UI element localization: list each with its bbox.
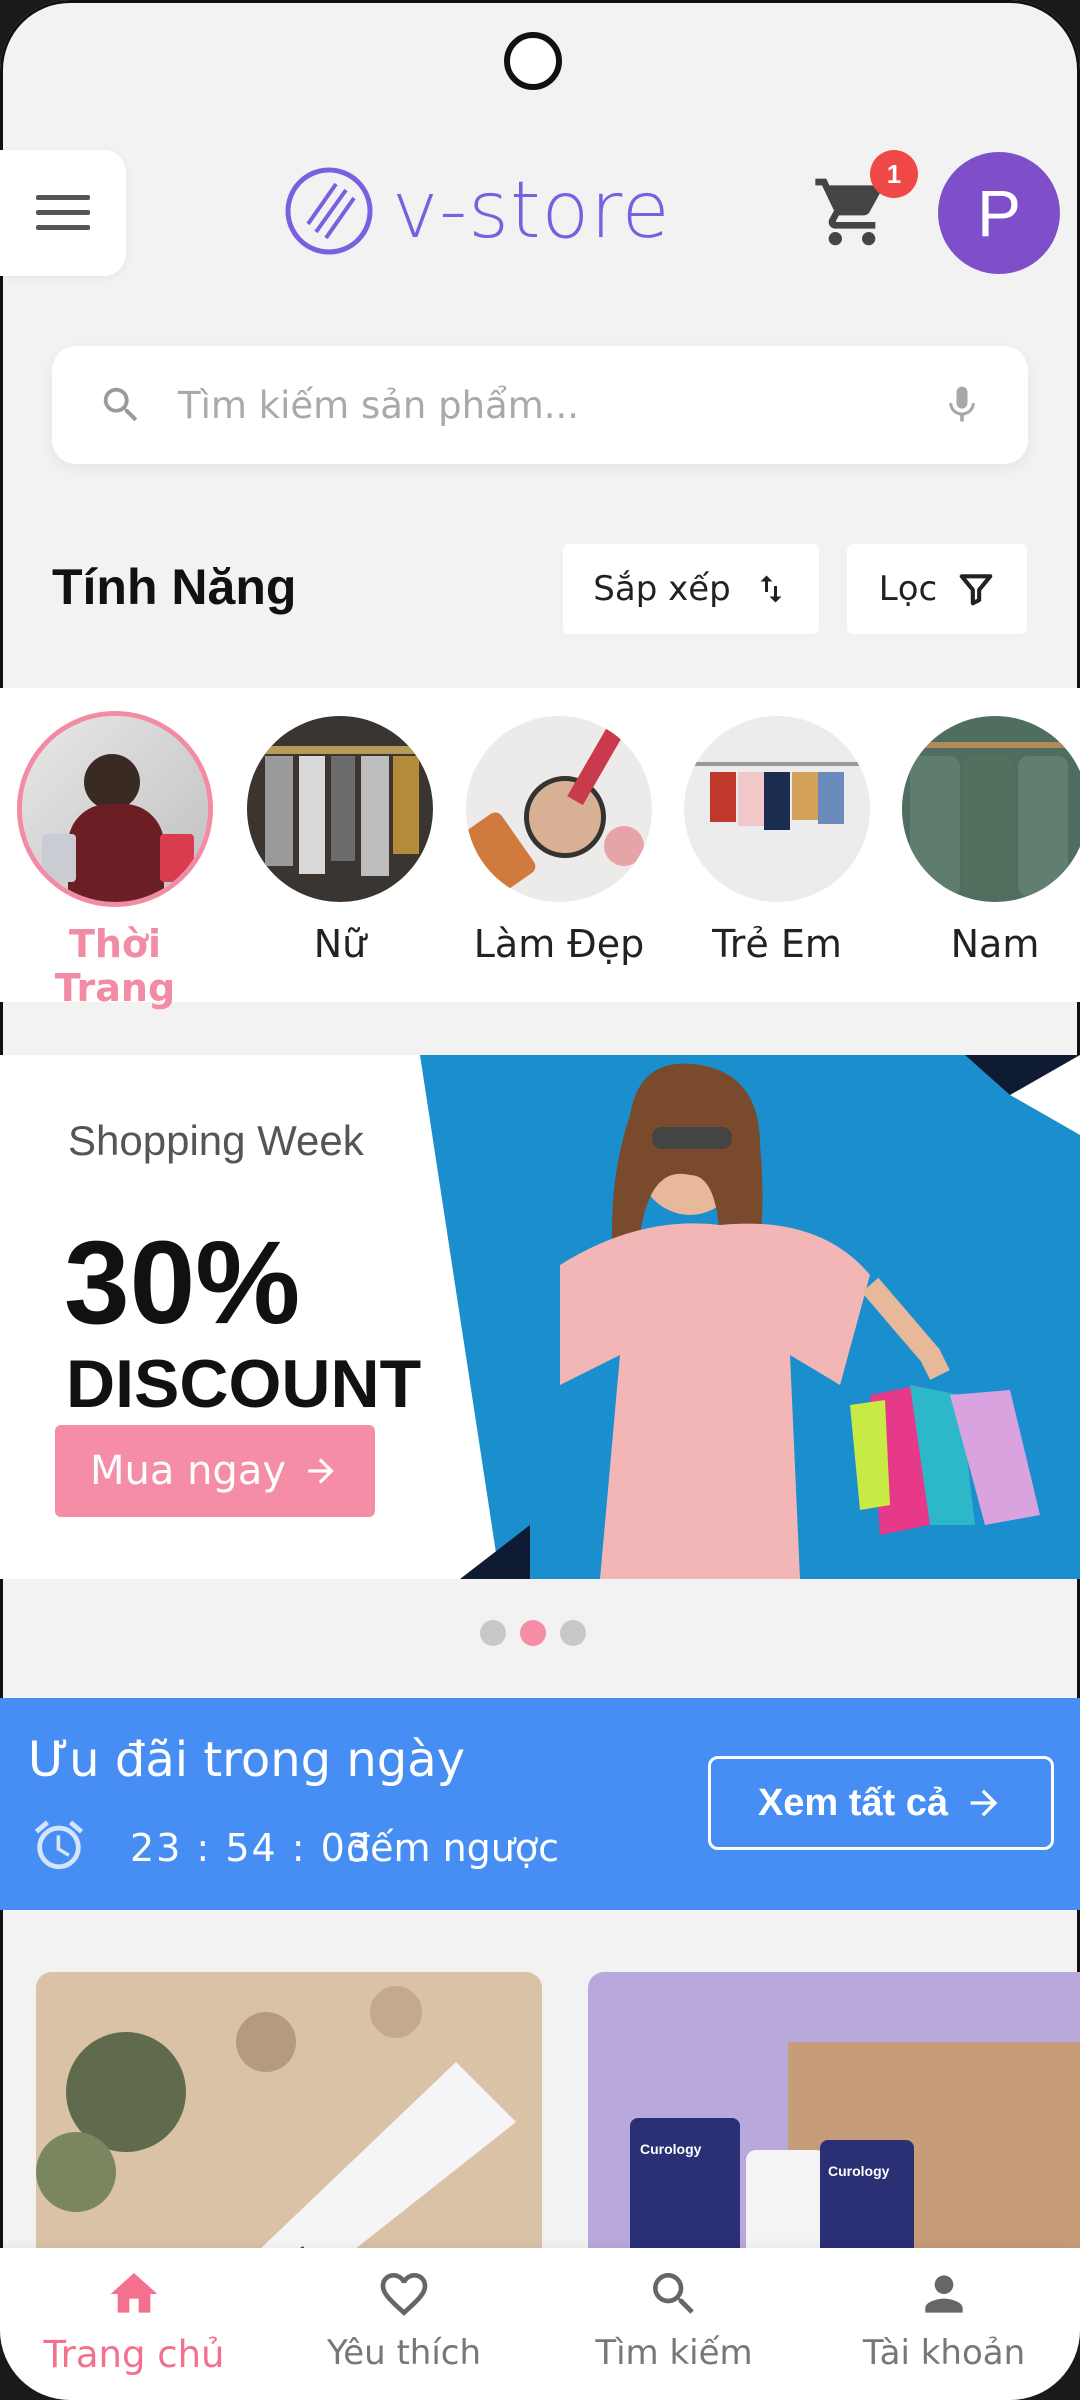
category-label: Nữ	[313, 922, 367, 966]
nav-item-account[interactable]: Tài khoản	[824, 2266, 1064, 2373]
store-logo[interactable]: v-store	[284, 166, 671, 256]
menu-button[interactable]	[0, 150, 126, 276]
product-brand-text: Curology	[828, 2163, 890, 2179]
front-camera	[504, 32, 562, 90]
home-icon	[110, 2273, 158, 2313]
category-beauty-image	[466, 716, 652, 902]
nav-item-search[interactable]: Tìm kiếm	[554, 2266, 794, 2373]
phone-screen: v-store 1 P Tìm kiếm sản phẩm... Tính Nă…	[0, 0, 1080, 2400]
person-icon	[925, 2275, 963, 2313]
category-kids[interactable]: Trẻ Em	[682, 716, 872, 966]
countdown-label: đếm ngược	[346, 1826, 560, 1870]
hamburger-icon	[36, 195, 90, 230]
category-beauty[interactable]: Làm Đẹp	[464, 716, 654, 966]
search-bar[interactable]: Tìm kiếm sản phẩm...	[52, 346, 1028, 464]
arrow-right-icon	[308, 1458, 334, 1484]
buy-now-label: Mua ngay	[89, 1448, 286, 1494]
deal-title: Ưu đãi trong ngày	[28, 1732, 466, 1788]
arrow-right-icon	[970, 1789, 998, 1817]
product-card[interactable]: logy	[36, 1972, 542, 2272]
search-icon	[103, 387, 138, 422]
category-label: Thời Trang	[54, 922, 176, 1010]
category-men-image	[902, 716, 1080, 902]
search-input[interactable]: Tìm kiếm sản phẩm...	[178, 384, 940, 427]
filter-funnel-icon	[959, 574, 993, 606]
category-kids-image	[684, 716, 870, 902]
carousel-dot[interactable]	[480, 1620, 506, 1646]
product-image: Curology Curology	[588, 1972, 1080, 2272]
product-brand-text: Curology	[640, 2141, 702, 2157]
category-men[interactable]: Nam	[900, 716, 1080, 966]
category-fashion-image	[22, 716, 208, 902]
filter-button[interactable]: Lọc	[847, 544, 1027, 634]
heart-icon	[380, 2273, 428, 2316]
features-title: Tính Năng	[52, 559, 297, 615]
product-card[interactable]: Curology Curology	[588, 1972, 1080, 2272]
banner-subtitle: Shopping Week	[68, 1117, 364, 1164]
category-women-image	[247, 716, 433, 902]
cart-count-badge: 1	[870, 150, 918, 198]
carousel-dot-active[interactable]	[520, 1620, 546, 1646]
nav-label: Tài khoản	[862, 2333, 1026, 2373]
bottom-navigation: Trang chủ Yêu thích Tìm kiếm Tài khoản	[0, 2248, 1080, 2400]
nav-label: Yêu thích	[326, 2333, 482, 2373]
banner-headline-2: DISCOUNT	[66, 1346, 422, 1422]
carousel-dot[interactable]	[560, 1620, 586, 1646]
see-all-label: Xem tất cả	[757, 1781, 949, 1824]
category-fashion[interactable]: Thời Trang	[20, 716, 210, 1010]
category-label: Nam	[950, 922, 1040, 966]
product-image: logy	[36, 1972, 542, 2272]
sort-button[interactable]: Sắp xếp	[563, 544, 819, 634]
nav-item-favorites[interactable]: Yêu thích	[284, 2266, 524, 2373]
microphone-icon[interactable]	[940, 381, 984, 429]
nav-item-home[interactable]: Trang chủ	[14, 2266, 254, 2376]
daily-deal-strip: Ưu đãi trong ngày 23 : 54 : 03 đếm ngược…	[0, 1698, 1080, 1910]
category-label: Trẻ Em	[712, 922, 842, 966]
nav-label: Trang chủ	[43, 2333, 225, 2376]
category-label: Làm Đẹp	[473, 922, 645, 966]
filter-label: Lọc	[878, 569, 938, 609]
logo-mark-icon	[285, 167, 373, 255]
search-icon	[653, 2273, 694, 2314]
user-avatar[interactable]: P	[938, 152, 1060, 274]
promo-banner[interactable]: Shopping Week 30% DISCOUNT Mua ngay	[0, 1055, 1080, 1579]
logo-text: v-store	[392, 166, 671, 256]
sort-arrows-icon	[760, 575, 782, 603]
countdown-timer: 23 : 54 : 03	[130, 1826, 373, 1870]
banner-headline: 30%	[64, 1217, 301, 1349]
nav-label: Tìm kiếm	[595, 2333, 753, 2373]
category-strip: Thời Trang Nữ Làm Đẹp Trẻ Em Nam	[0, 688, 1080, 1010]
sort-label: Sắp xếp	[593, 569, 731, 609]
alarm-clock-icon	[34, 1820, 84, 1870]
buy-now-button[interactable]: Mua ngay	[55, 1425, 375, 1517]
category-women[interactable]: Nữ	[245, 716, 435, 966]
see-all-button[interactable]: Xem tất cả	[708, 1756, 1054, 1850]
carousel-indicator	[480, 1620, 586, 1646]
